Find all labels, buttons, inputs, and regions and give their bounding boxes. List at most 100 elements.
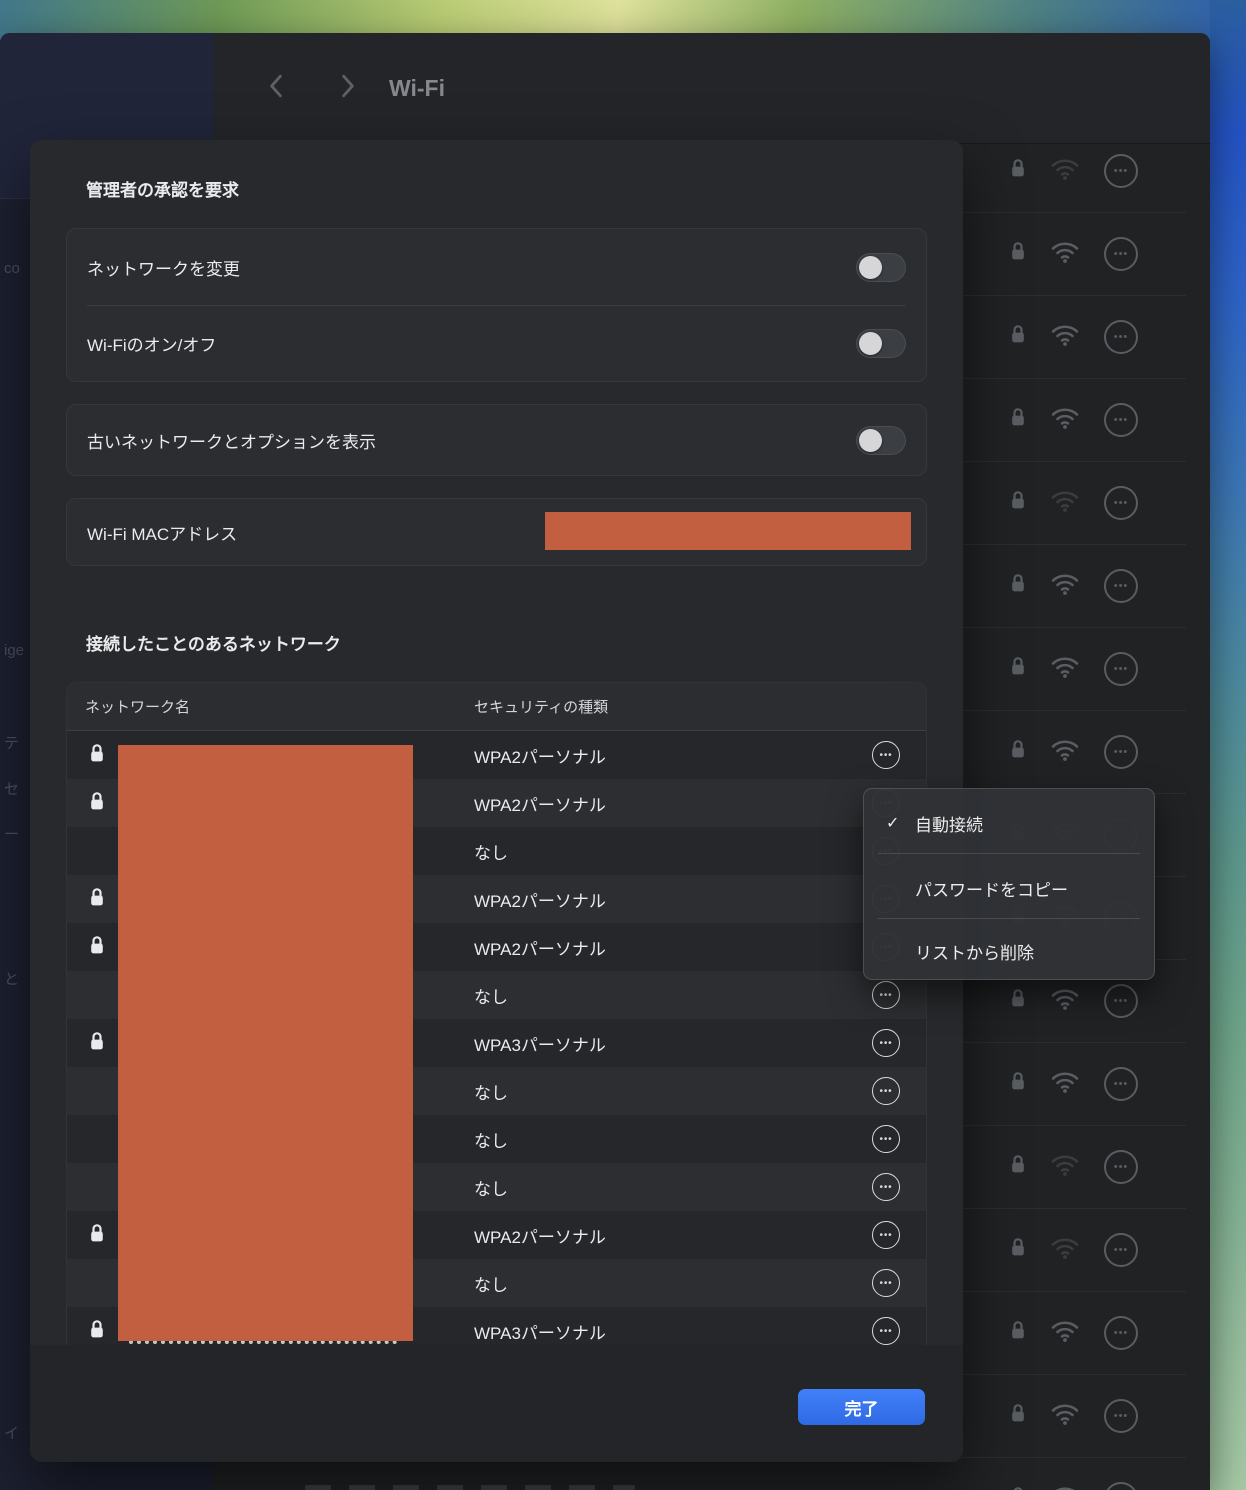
security-type-cell: WPA2パーソナル [474, 743, 606, 768]
admin-approval-section-title: 管理者の承認を要求 [86, 176, 239, 201]
more-options-button[interactable]: ••• [1104, 1150, 1138, 1184]
more-options-button[interactable]: ••• [1104, 1316, 1138, 1350]
more-options-button[interactable]: ••• [1104, 1482, 1138, 1490]
wifi-signal-icon [1050, 156, 1080, 186]
sidebar-text-fragment: ige [4, 642, 24, 659]
more-options-button[interactable]: ••• [1104, 237, 1138, 271]
dialog-footer: 完了 [30, 1345, 963, 1462]
wifi-signal-icon [1050, 322, 1080, 352]
back-button[interactable] [261, 71, 291, 103]
wifi-signal-icon [1050, 1401, 1080, 1431]
lock-icon [1010, 407, 1026, 432]
lock-icon [1010, 1071, 1026, 1096]
wifi-signal-icon [1050, 1484, 1080, 1490]
security-type-cell: なし [474, 1271, 508, 1296]
more-options-button[interactable]: ••• [1104, 1067, 1138, 1101]
lock-icon [1010, 1403, 1026, 1428]
wifi-signal-icon [1050, 1318, 1080, 1348]
chevron-right-icon [341, 86, 355, 101]
context-menu-item[interactable]: パスワードをコピー [878, 866, 1140, 910]
lock-icon [1010, 1237, 1026, 1262]
toggle-knob [859, 332, 882, 355]
wifi-advanced-dialog: 管理者の承認を要求 ネットワークを変更 Wi-Fiのオン/オフ 古いネットワーク… [30, 140, 963, 1462]
page-title: Wi-Fi [389, 75, 445, 102]
row-more-options-button[interactable]: ••• [872, 741, 900, 769]
wifi-signal-icon [1050, 654, 1080, 684]
sidebar-text-fragment: イ [4, 1422, 19, 1443]
toggle-switch[interactable] [856, 329, 906, 358]
desktop-wallpaper-right [1210, 0, 1246, 1490]
row-more-options-button[interactable]: ••• [872, 981, 900, 1009]
lock-icon [1010, 490, 1026, 515]
menu-separator [878, 853, 1140, 854]
more-options-button[interactable]: ••• [1104, 154, 1138, 188]
mac-address-label: Wi-Fi MACアドレス [87, 520, 237, 545]
chevron-left-icon [269, 86, 283, 101]
legacy-networks-label: 古いネットワークとオプションを表示 [87, 428, 376, 453]
mac-address-group: Wi-Fi MACアドレス [66, 498, 927, 566]
more-options-button[interactable]: ••• [1104, 403, 1138, 437]
security-type-cell: なし [474, 1079, 508, 1104]
context-menu-item[interactable]: リストから削除 [878, 929, 1140, 973]
security-type-cell: なし [474, 1175, 508, 1200]
known-networks-section-title: 接続したことのあるネットワーク [86, 630, 341, 655]
lock-icon [89, 1319, 105, 1344]
lock-icon [1010, 241, 1026, 266]
security-type-cell: なし [474, 839, 508, 864]
toggle-switch[interactable] [856, 253, 906, 282]
admin-toggle-row: ネットワークを変更 [67, 229, 926, 305]
column-header-security-type: セキュリティの種類 [474, 696, 608, 717]
context-menu: ✓ 自動接続 パスワードをコピー リストから削除 [863, 788, 1155, 980]
done-button[interactable]: 完了 [798, 1389, 925, 1425]
screen: coigeテセーとイ Wi-Fi ••• ••• [0, 0, 1246, 1490]
security-type-cell: WPA3パーソナル [474, 1031, 606, 1056]
security-type-cell: WPA2パーソナル [474, 887, 606, 912]
more-options-button[interactable]: ••• [1104, 320, 1138, 354]
admin-approval-group: ネットワークを変更 Wi-Fiのオン/オフ [66, 228, 927, 382]
menu-item-label: 自動接続 [915, 811, 983, 836]
redacted-mac-address [545, 512, 911, 550]
security-type-cell: なし [474, 983, 508, 1008]
row-more-options-button[interactable]: ••• [872, 1221, 900, 1249]
sidebar-text-fragment: テ [4, 732, 19, 753]
lock-icon [1010, 1154, 1026, 1179]
wifi-signal-icon [1050, 239, 1080, 269]
context-menu-item[interactable]: ✓ 自動接続 [878, 801, 1140, 845]
wifi-signal-icon [1050, 737, 1080, 767]
toggle-label: Wi-Fiのオン/オフ [87, 331, 216, 356]
wifi-signal-icon [1050, 488, 1080, 518]
forward-button[interactable] [333, 71, 363, 103]
row-more-options-button[interactable]: ••• [872, 1029, 900, 1057]
lock-icon [89, 935, 105, 960]
row-more-options-button[interactable]: ••• [872, 1173, 900, 1201]
more-options-button[interactable]: ••• [1104, 735, 1138, 769]
more-options-button[interactable]: ••• [1104, 486, 1138, 520]
lock-icon [1010, 1486, 1026, 1490]
toggle-knob [859, 429, 882, 452]
security-type-cell: WPA2パーソナル [474, 935, 606, 960]
toggle-label: ネットワークを変更 [87, 255, 240, 280]
more-options-button[interactable]: ••• [1104, 652, 1138, 686]
row-more-options-button[interactable]: ••• [872, 1077, 900, 1105]
security-type-cell: WPA2パーソナル [474, 791, 606, 816]
wifi-signal-icon [1050, 571, 1080, 601]
row-more-options-button[interactable]: ••• [872, 1269, 900, 1297]
more-options-button[interactable]: ••• [1104, 569, 1138, 603]
admin-toggle-row: Wi-Fiのオン/オフ [67, 305, 926, 381]
lock-icon [1010, 324, 1026, 349]
menu-separator [878, 918, 1140, 919]
legacy-networks-group: 古いネットワークとオプションを表示 [66, 404, 927, 476]
security-type-cell: WPA2パーソナル [474, 1223, 606, 1248]
wifi-signal-icon [1050, 986, 1080, 1016]
lock-icon [89, 791, 105, 816]
more-options-button[interactable]: ••• [1104, 984, 1138, 1018]
lock-icon [89, 887, 105, 912]
more-options-button[interactable]: ••• [1104, 1233, 1138, 1267]
menu-item-label: パスワードをコピー [915, 876, 1068, 901]
row-more-options-button[interactable]: ••• [872, 1125, 900, 1153]
clipped-list-text [305, 1485, 635, 1490]
lock-icon [1010, 739, 1026, 764]
row-more-options-button[interactable]: ••• [872, 1317, 900, 1345]
more-options-button[interactable]: ••• [1104, 1399, 1138, 1433]
legacy-networks-toggle[interactable] [856, 426, 906, 455]
